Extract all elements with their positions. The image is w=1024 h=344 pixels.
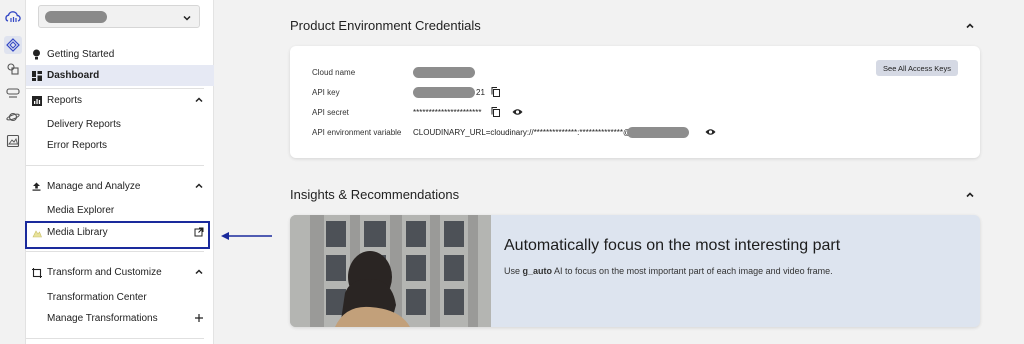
chevron-up-icon[interactable] <box>964 19 976 37</box>
bar-chart-icon <box>26 95 47 106</box>
sidebar-item-manage-transformations[interactable]: Manage Transformations <box>26 308 214 329</box>
see-all-access-keys-button[interactable]: See All Access Keys <box>876 60 958 76</box>
redacted-value <box>627 126 690 138</box>
integration-icon[interactable] <box>4 36 22 54</box>
copy-icon[interactable] <box>491 87 500 97</box>
cloud-logo-icon[interactable] <box>4 8 22 26</box>
api-key-label: API key <box>312 87 340 97</box>
api-secret-value: ********************** <box>413 106 523 118</box>
crop-icon <box>26 267 47 278</box>
insight-card-title: Automatically focus on the most interest… <box>504 237 841 254</box>
lightbulb-icon <box>26 49 47 60</box>
chevron-down-icon <box>182 10 192 28</box>
dashboard-icon <box>26 70 47 81</box>
upload-icon <box>26 182 47 191</box>
cloud-name-label: Cloud name <box>312 67 356 77</box>
insight-recommendation-card[interactable]: Automatically focus on the most interest… <box>290 215 980 327</box>
image-edit-icon[interactable] <box>4 132 22 150</box>
chevron-up-icon[interactable] <box>964 188 976 206</box>
sidebar-item-transformation-center[interactable]: Transformation Center <box>26 287 214 308</box>
sidebar-item-label: Media Explorer <box>47 205 115 216</box>
insight-desc-prefix: Use <box>504 266 523 276</box>
insight-photo <box>290 215 491 327</box>
planet-icon[interactable] <box>4 108 22 126</box>
sidebar-item-label: Manage and Analyze <box>47 181 141 192</box>
redacted-value <box>413 66 475 78</box>
sidebar-item-label: Getting Started <box>47 49 115 60</box>
api-key-suffix: 21 <box>476 87 485 97</box>
credentials-section-title: Product Environment Credentials <box>290 18 481 33</box>
api-key-value: 21 <box>413 86 500 98</box>
highlight-annotation-box <box>25 221 210 249</box>
sidebar-item-error-reports[interactable]: Error Reports <box>26 135 214 156</box>
eye-icon[interactable] <box>512 108 523 116</box>
chevron-up-icon[interactable] <box>194 266 204 280</box>
cloud-name-value <box>413 66 475 78</box>
chevron-up-icon[interactable] <box>194 94 204 108</box>
sidebar-item-label: Delivery Reports <box>47 119 121 130</box>
redacted-environment-name <box>45 11 107 23</box>
chevron-up-icon[interactable] <box>194 180 204 194</box>
redacted-value <box>413 86 475 98</box>
sidebar-item-media-explorer[interactable]: Media Explorer <box>26 200 214 221</box>
sidebar-item-label: Manage Transformations <box>47 313 158 324</box>
divider <box>26 338 204 339</box>
sidebar-item-reports[interactable]: Reports <box>26 90 214 111</box>
divider <box>26 88 204 89</box>
sidebar-item-transform-and-customize[interactable]: Transform and Customize <box>26 262 214 283</box>
sidebar-item-label: Transformation Center <box>47 292 147 303</box>
transform-icon[interactable] <box>4 84 22 102</box>
insight-desc-keyword: g_auto <box>522 266 553 276</box>
assets-icon[interactable] <box>4 60 22 78</box>
sidebar: Getting Started Dashboard Reports Delive… <box>26 0 214 344</box>
sidebar-item-label: Error Reports <box>47 140 108 151</box>
api-env-variable-text: CLOUDINARY_URL=cloudinary://************… <box>413 127 632 137</box>
copy-icon[interactable] <box>491 107 500 117</box>
sidebar-item-dashboard[interactable]: Dashboard <box>26 65 214 86</box>
sidebar-item-label: Reports <box>47 95 83 106</box>
divider <box>26 251 204 252</box>
environment-selector[interactable] <box>38 5 200 28</box>
credentials-card: See All Access Keys Cloud name API key 2… <box>290 46 980 158</box>
api-env-variable-label: API environment variable <box>312 127 402 137</box>
icon-rail <box>0 0 26 344</box>
sidebar-item-delivery-reports[interactable]: Delivery Reports <box>26 114 214 135</box>
insight-card-description: Use g_auto AI to focus on the most impor… <box>504 266 833 276</box>
sidebar-item-label: Transform and Customize <box>47 267 162 278</box>
api-env-variable-value: CLOUDINARY_URL=cloudinary://************… <box>413 126 716 138</box>
sidebar-item-manage-and-analyze[interactable]: Manage and Analyze <box>26 176 214 197</box>
api-secret-masked: ********************** <box>413 107 482 117</box>
arrow-annotation-icon <box>220 229 274 241</box>
api-secret-label: API secret <box>312 107 349 117</box>
plus-icon[interactable] <box>194 310 204 326</box>
sidebar-item-getting-started[interactable]: Getting Started <box>26 44 214 65</box>
insights-section-title: Insights & Recommendations <box>290 187 460 202</box>
eye-icon[interactable] <box>705 128 716 136</box>
divider <box>26 165 204 166</box>
sidebar-item-label: Dashboard <box>47 70 100 81</box>
insight-desc-suffix: AI to focus on the most important part o… <box>552 266 833 276</box>
